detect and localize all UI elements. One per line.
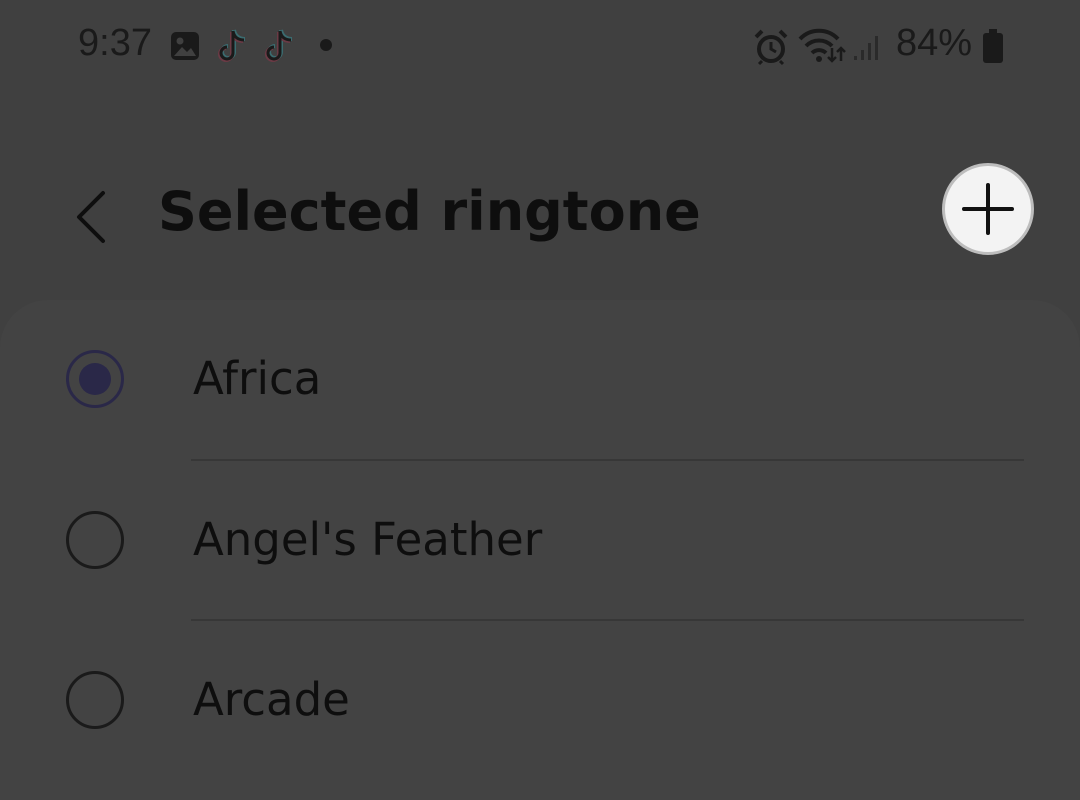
plus-icon <box>962 183 1014 235</box>
ringtone-item-angels-feather[interactable]: Angel's Feather <box>0 460 1080 620</box>
tiktok-icon <box>265 29 293 62</box>
battery-percent: 84% <box>896 22 973 64</box>
app-header: Selected ringtone <box>0 150 1080 270</box>
tiktok-icon <box>218 29 246 62</box>
alarm-icon <box>754 29 788 66</box>
chevron-left-icon <box>77 191 105 243</box>
ringtone-list: Africa Angel's Feather Arcade <box>0 300 1080 800</box>
ringtone-label: Africa <box>193 352 322 405</box>
radio-button[interactable] <box>66 671 124 729</box>
image-icon <box>171 32 199 60</box>
page-title: Selected ringtone <box>158 180 701 243</box>
battery-icon <box>983 29 1003 63</box>
ringtone-item-arcade[interactable]: Arcade <box>0 620 1080 780</box>
signal-icon <box>854 36 878 60</box>
back-button[interactable] <box>56 182 126 252</box>
status-time: 9:37 <box>78 22 152 64</box>
radio-dot <box>79 363 111 395</box>
status-bar: 9:37 84% <box>0 0 1080 92</box>
radio-button[interactable] <box>66 511 124 569</box>
radio-button-selected[interactable] <box>66 350 124 408</box>
dot-icon <box>320 39 332 51</box>
ringtone-item-africa[interactable]: Africa <box>0 300 1080 460</box>
ringtone-label: Angel's Feather <box>193 513 543 566</box>
wifi-icon <box>798 28 846 63</box>
ringtone-label: Arcade <box>193 673 350 726</box>
add-ringtone-button[interactable] <box>942 163 1034 255</box>
